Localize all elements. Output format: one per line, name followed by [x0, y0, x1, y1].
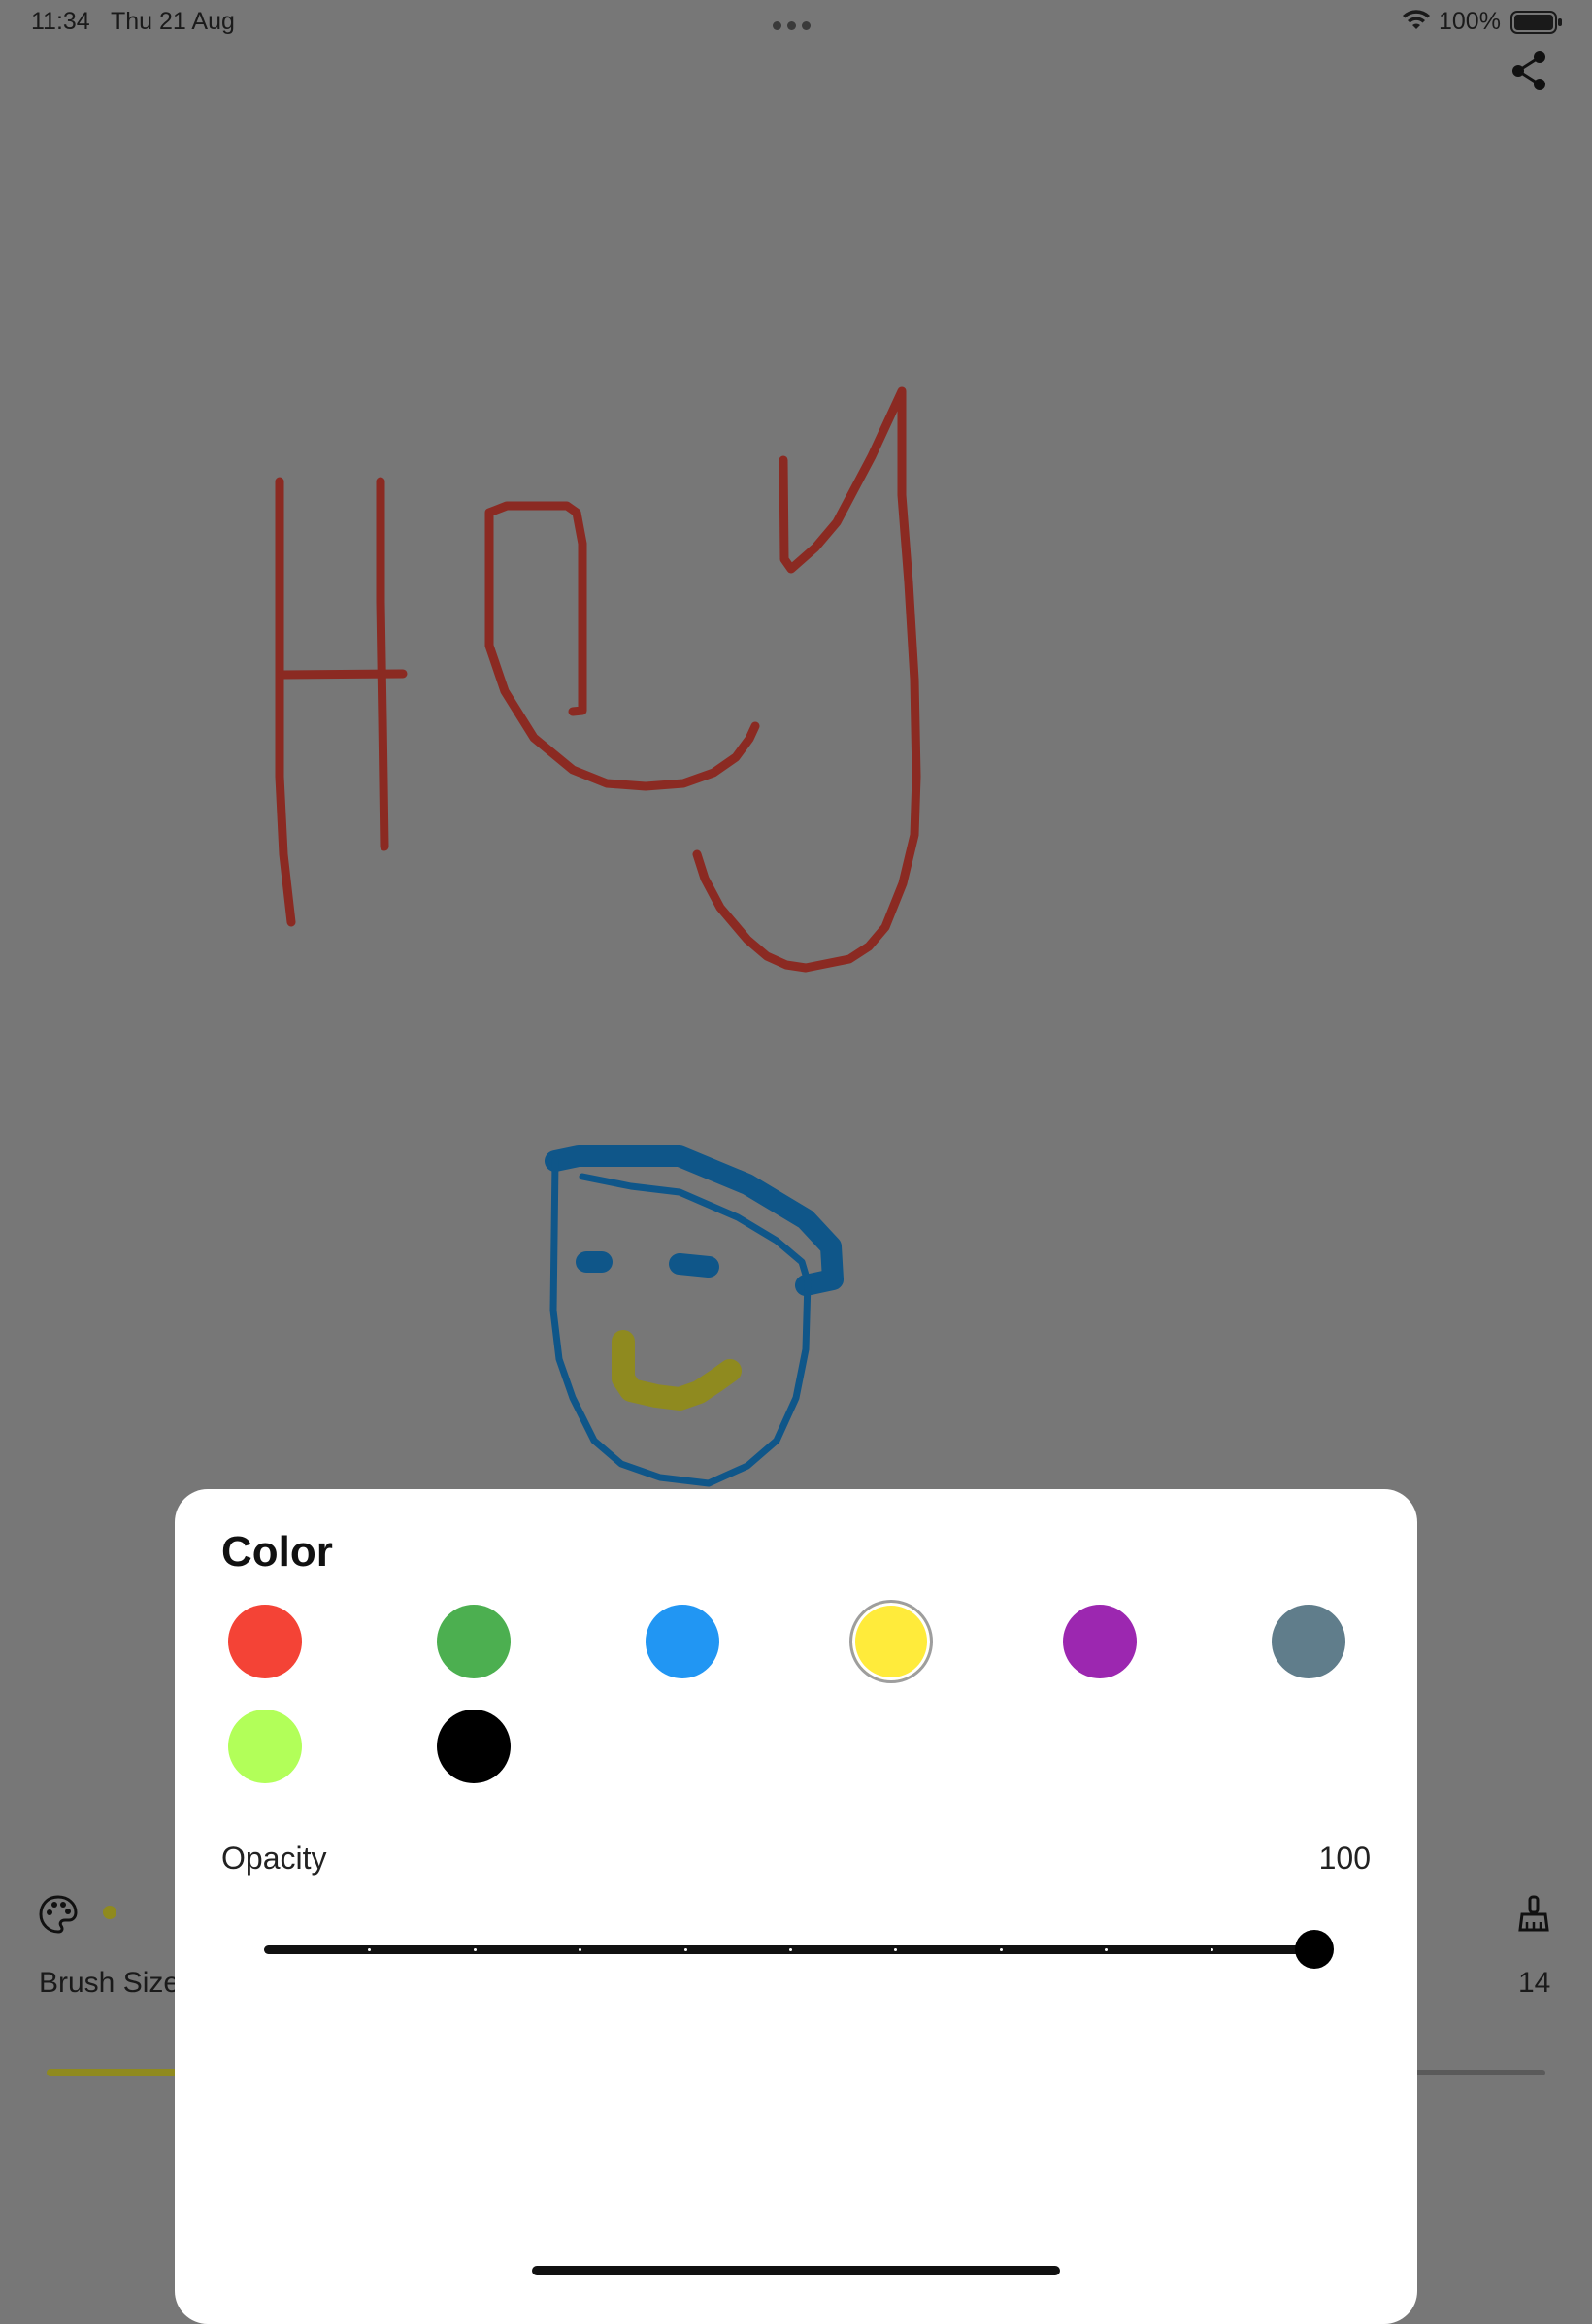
stroke-h-bar — [277, 669, 408, 680]
color-swatch-blue[interactable] — [646, 1605, 719, 1678]
stroke-smile — [612, 1330, 742, 1411]
brush-size-slider-active[interactable] — [47, 2069, 192, 2076]
palette-icon[interactable] — [37, 1893, 80, 1936]
opacity-slider-thumb[interactable] — [1295, 1930, 1334, 1969]
color-swatch-green[interactable] — [437, 1605, 511, 1678]
stroke-eye-right — [669, 1253, 719, 1278]
status-bar: 11:34 Thu 21 Aug 100% — [0, 0, 1592, 47]
battery-percent: 100% — [1439, 8, 1501, 35]
battery-icon — [1510, 11, 1562, 34]
opacity-slider-tick — [473, 1948, 477, 1951]
stroke-e — [484, 501, 760, 791]
color-swatch-black[interactable] — [437, 1710, 511, 1783]
multitasking-dots-icon[interactable] — [773, 17, 817, 30]
brush-size-value: 14 — [1518, 1967, 1551, 1999]
opacity-slider-tick — [999, 1948, 1003, 1951]
color-swatch-purple[interactable] — [1063, 1605, 1137, 1678]
status-time: 11:34 — [31, 8, 90, 35]
stroke-h-left — [275, 477, 296, 927]
opacity-slider[interactable] — [264, 1928, 1334, 1971]
color-swatch-red[interactable] — [228, 1605, 302, 1678]
stroke-h-right — [376, 477, 389, 851]
status-date: Thu 21 Aug — [111, 8, 235, 35]
opacity-slider-tick — [683, 1948, 687, 1951]
opacity-slider-tick — [1210, 1948, 1213, 1951]
color-picker-sheet: Color Opacity 100 — [175, 1489, 1417, 2324]
brush-clean-icon[interactable] — [1512, 1893, 1555, 1936]
opacity-value: 100 — [1318, 1841, 1371, 1876]
current-color-indicator — [103, 1906, 116, 1919]
wifi-icon — [1403, 10, 1430, 29]
stroke-y — [692, 386, 921, 973]
opacity-label: Opacity — [221, 1841, 327, 1876]
color-swatch-blue-grey[interactable] — [1272, 1605, 1345, 1678]
opacity-slider-tick — [789, 1948, 792, 1951]
home-indicator — [532, 2266, 1060, 2275]
brush-size-slider-inactive[interactable] — [1398, 2070, 1545, 2075]
color-swatch-lime[interactable] — [228, 1710, 302, 1783]
brush-size-label: Brush Size — [39, 1967, 181, 1999]
sheet-title: Color — [221, 1528, 333, 1576]
color-swatch-yellow[interactable] — [849, 1600, 933, 1683]
